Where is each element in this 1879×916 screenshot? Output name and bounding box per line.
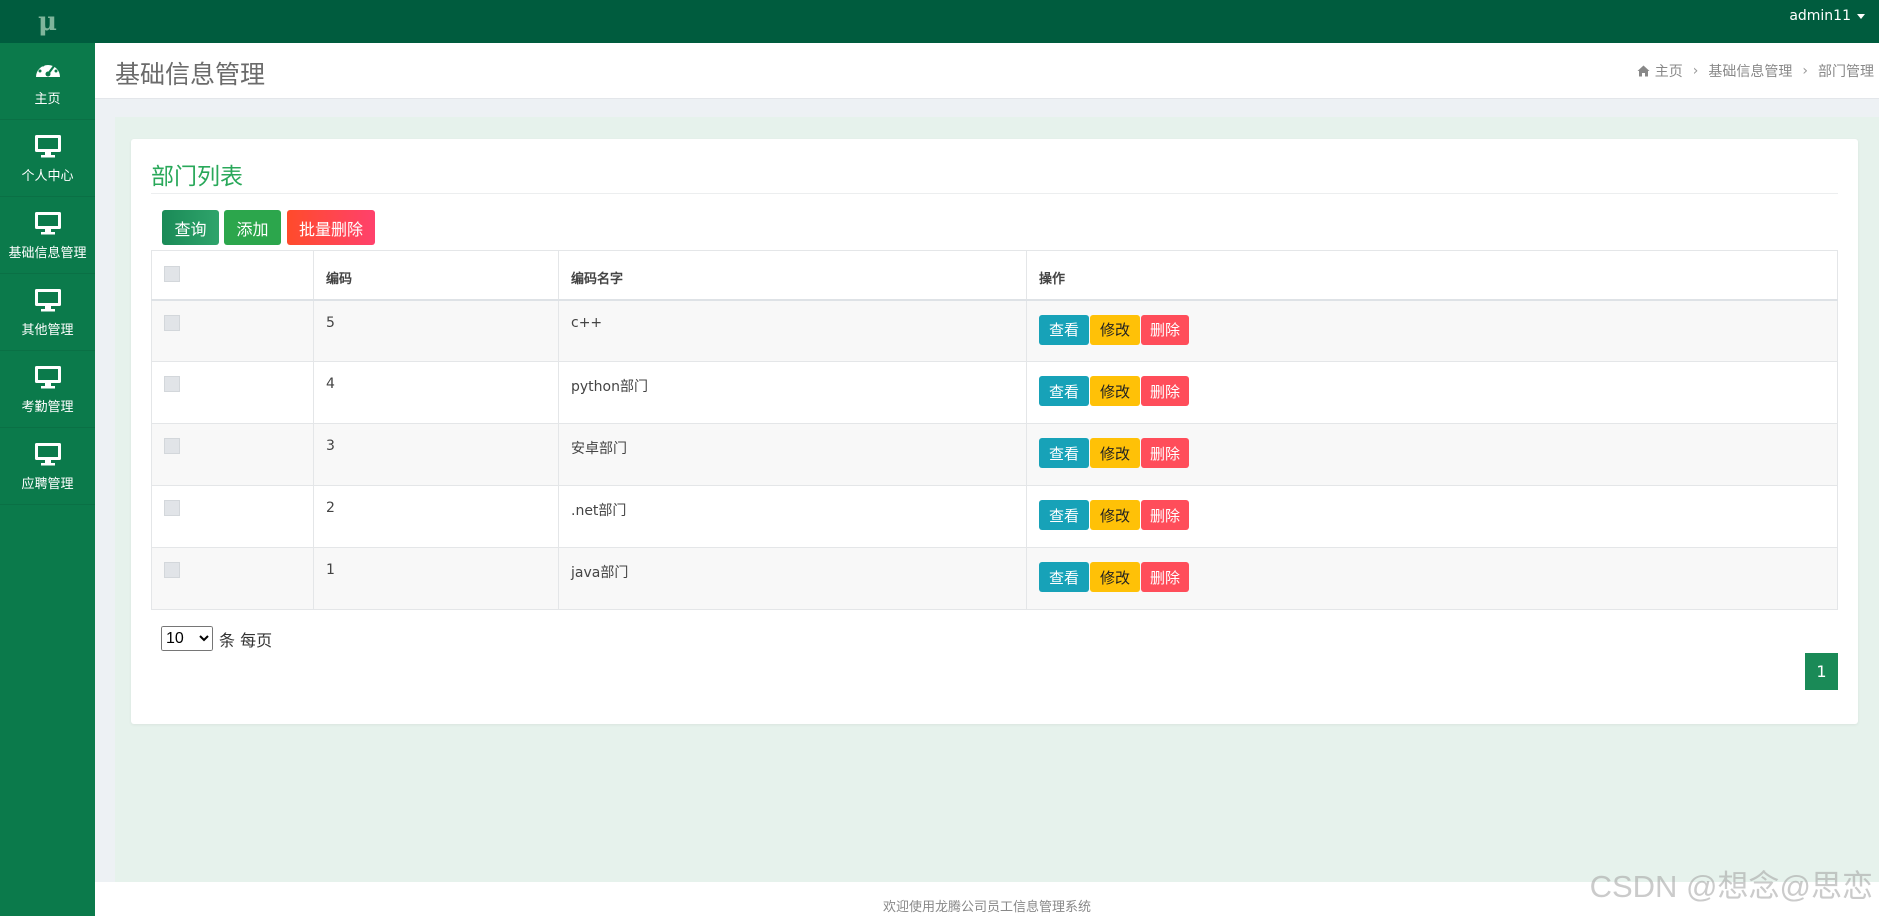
edit-button[interactable]: 修改 [1090,562,1140,592]
cell-actions: 查看 修改 删除 [1026,547,1838,610]
view-button[interactable]: 查看 [1039,562,1089,592]
cell-actions: 查看 修改 删除 [1026,485,1838,548]
sidebar-item-label: 应聘管理 [21,476,74,492]
breadcrumb-item-home[interactable]: 主页 [1655,61,1683,81]
delete-button[interactable]: 删除 [1141,376,1189,406]
sidebar-item-personal-center[interactable]: 个人中心 [0,120,95,197]
card-title: 部门列表 [151,164,243,190]
sidebar-item-label: 基础信息管理 [8,245,87,261]
view-button[interactable]: 查看 [1039,438,1089,468]
breadcrumb-item-department: 部门管理 [1818,64,1874,80]
cell-name: 安卓部门 [558,423,1027,486]
sidebar-item-other[interactable]: 其他管理 [0,274,95,351]
monitor-icon [33,133,63,159]
row-checkbox-cell [151,423,314,486]
sidebar-item-label: 主页 [34,91,61,107]
monitor-icon [33,441,63,467]
table-row: 2 .net部门 查看 修改 删除 [151,485,1838,548]
breadcrumb: 主页 › 基础信息管理 › 部门管理 [1637,61,1874,81]
delete-button[interactable]: 删除 [1141,500,1189,530]
sidebar: μ 主页 个人中心 基础信息管理 其他管理 考勤管理 应聘管理 [0,0,95,916]
cell-code: 1 [313,547,559,610]
table-row: 5 c++ 查看 修改 删除 [151,299,1838,362]
table-row: 4 python部门 查看 修改 删除 [151,361,1838,424]
sidebar-item-recruitment[interactable]: 应聘管理 [0,428,95,505]
page-title: 基础信息管理 [115,60,266,89]
edit-button[interactable]: 修改 [1090,376,1140,406]
divider [151,193,1838,194]
row-checkbox[interactable] [164,500,180,516]
sidebar-item-home[interactable]: 主页 [0,43,95,120]
delete-button[interactable]: 删除 [1141,438,1189,468]
sidebar-item-label: 考勤管理 [21,399,74,415]
row-checkbox-cell [151,299,314,362]
logo[interactable]: μ [0,0,95,43]
view-button[interactable]: 查看 [1039,376,1089,406]
caret-down-icon [1857,13,1865,19]
select-all-cell [151,250,314,301]
logo-glyph: μ [37,6,58,37]
row-checkbox[interactable] [164,376,180,392]
row-checkbox-cell [151,361,314,424]
edit-button[interactable]: 修改 [1090,438,1140,468]
delete-button[interactable]: 删除 [1141,562,1189,592]
edit-button[interactable]: 修改 [1090,500,1140,530]
cell-name: java部门 [558,547,1027,610]
batch-delete-button[interactable]: 批量删除 [287,210,375,245]
row-checkbox-cell [151,547,314,610]
sidebar-item-basic-info[interactable]: 基础信息管理 [0,197,95,274]
monitor-icon [33,287,63,313]
column-header-actions: 操作 [1026,250,1838,301]
monitor-icon [33,364,63,390]
cell-name: c++ [558,299,1027,362]
dashboard-icon [33,56,63,82]
view-button[interactable]: 查看 [1039,500,1089,530]
add-button[interactable]: 添加 [224,210,281,245]
cell-code: 2 [313,485,559,548]
monitor-icon [33,210,63,236]
query-button[interactable]: 查询 [162,210,219,245]
username: admin11 [1789,8,1851,24]
edit-button[interactable]: 修改 [1090,314,1140,345]
cell-actions: 查看 修改 删除 [1026,423,1838,486]
department-table: 编码 编码名字 操作 5 c++ 查看 修改 删除 4 python部门 查看 … [151,250,1838,610]
column-header-code: 编码 [313,250,559,301]
cell-name: .net部门 [558,485,1027,548]
page-size-select[interactable]: 10 [161,626,213,651]
delete-button[interactable]: 删除 [1141,314,1189,345]
table-header-row: 编码 编码名字 操作 [151,250,1838,301]
page-size-control: 10 条 每页 [161,626,272,651]
cell-code: 5 [313,299,559,362]
top-bar: admin11 [0,0,1879,43]
table-row: 3 安卓部门 查看 修改 删除 [151,423,1838,486]
page-header: 基础信息管理 主页 › 基础信息管理 › 部门管理 [95,43,1879,99]
watermark: CSDN @想念@思恋 [1589,869,1873,904]
cell-name: python部门 [558,361,1027,424]
cell-actions: 查看 修改 删除 [1026,299,1838,362]
sidebar-item-attendance[interactable]: 考勤管理 [0,351,95,428]
row-checkbox[interactable] [164,314,180,331]
cell-actions: 查看 修改 删除 [1026,361,1838,424]
page-size-label: 条 每页 [219,630,273,650]
row-checkbox[interactable] [164,438,180,454]
select-all-checkbox[interactable] [164,266,180,282]
row-checkbox[interactable] [164,562,180,578]
column-header-name: 编码名字 [558,250,1027,301]
page-button-current[interactable]: 1 [1805,653,1838,690]
cell-code: 3 [313,423,559,486]
cell-code: 4 [313,361,559,424]
breadcrumb-item-basic-info[interactable]: 基础信息管理 [1708,61,1792,81]
view-button[interactable]: 查看 [1039,314,1089,345]
table-row: 1 java部门 查看 修改 删除 [151,547,1838,610]
department-list-card: 部门列表 查询 添加 批量删除 编码 编码名字 操作 5 c++ 查看 修改 删… [131,139,1858,724]
user-menu[interactable]: admin11 [1789,0,1865,32]
home-icon [1637,65,1650,77]
chevron-right-icon: › [1692,63,1699,79]
row-checkbox-cell [151,485,314,548]
chevron-right-icon: › [1802,63,1808,79]
sidebar-item-label: 个人中心 [21,168,74,184]
sidebar-item-label: 其他管理 [21,322,74,338]
